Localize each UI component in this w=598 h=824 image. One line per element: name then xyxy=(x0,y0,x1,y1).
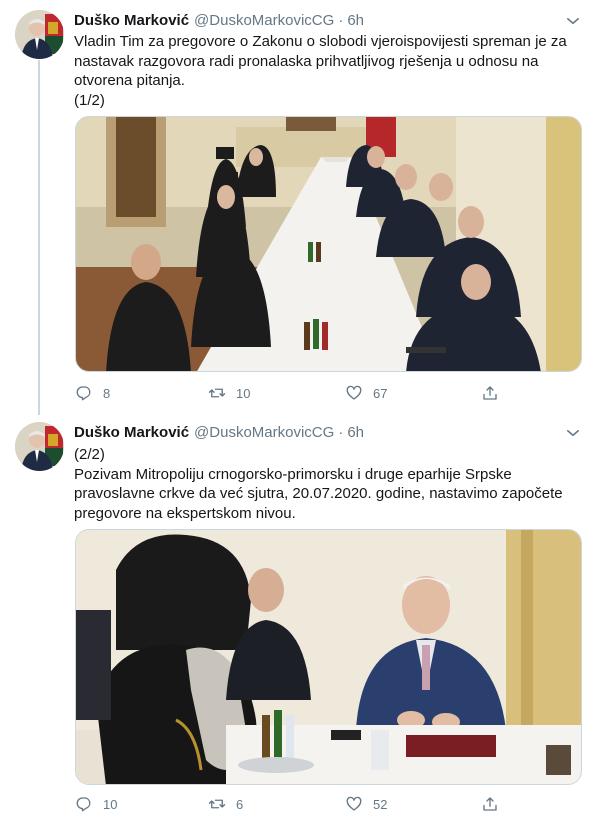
tweet-text-line: pregovore na ekspertskom nivou. xyxy=(74,504,296,522)
tweet-header: Duško Marković @DuskoMarkovicCG · 6h xyxy=(74,10,364,30)
reply-button[interactable]: 10 xyxy=(75,795,117,813)
share-icon xyxy=(483,797,497,811)
tweet-photo[interactable] xyxy=(75,116,582,372)
separator-dot: · xyxy=(338,11,344,29)
display-name[interactable]: Duško Marković xyxy=(74,424,189,441)
chevron-down-icon[interactable] xyxy=(564,12,582,30)
reply-button[interactable]: 8 xyxy=(75,384,110,402)
tweet-text-line: Pozivam Mitropoliju crnogorsko-primorsku… xyxy=(74,465,512,483)
tweet-text-line: pravoslavne crkve da već sjutra, 20.07.2… xyxy=(74,485,563,502)
tweet-text-line: otvorena pitanja. xyxy=(74,72,185,89)
like-count: 67 xyxy=(373,385,388,401)
timestamp[interactable]: 6h xyxy=(347,12,364,29)
like-button[interactable]: 52 xyxy=(345,795,387,813)
like-button[interactable]: 67 xyxy=(345,384,387,402)
timestamp[interactable]: 6h xyxy=(347,424,364,441)
retweet-button[interactable]: 6 xyxy=(208,795,243,813)
tweet-text: (2/2) Pozivam Mitropoliju crnogorsko-pri… xyxy=(74,445,574,523)
avatar[interactable] xyxy=(15,422,64,471)
tweet-header: Duško Marković @DuskoMarkovicCG · 6h xyxy=(74,422,364,442)
like-icon xyxy=(346,385,362,400)
tweet-text-line: (1/2) xyxy=(74,91,105,109)
chevron-down-icon[interactable] xyxy=(564,424,582,442)
retweet-count: 6 xyxy=(236,796,244,812)
user-handle[interactable]: @DuskoMarkovicCG xyxy=(194,12,334,29)
avatar[interactable] xyxy=(15,10,64,59)
reply-icon xyxy=(76,386,91,401)
thread-connector-line xyxy=(38,60,40,415)
tweet-actions: 10 6 52 xyxy=(75,794,505,814)
tweet[interactable]: Duško Marković @DuskoMarkovicCG · 6h Vla… xyxy=(0,0,598,415)
tweet[interactable]: Duško Marković @DuskoMarkovicCG · 6h (2/… xyxy=(0,412,598,824)
retweet-count: 10 xyxy=(236,385,251,401)
retweet-icon xyxy=(208,388,226,398)
display-name[interactable]: Duško Marković xyxy=(74,12,189,29)
reply-count: 10 xyxy=(103,796,118,812)
share-button[interactable] xyxy=(481,384,499,402)
reply-icon xyxy=(76,797,91,812)
tweet-text-line: (2/2) xyxy=(74,446,105,463)
tweet-text-line: Vladin Tim za pregovore o Zakonu o slobo… xyxy=(74,33,567,50)
tweet-photo[interactable] xyxy=(75,529,582,785)
tweet-text-line: nastavak razgovora radi pronalaska prihv… xyxy=(74,52,539,70)
like-count: 52 xyxy=(373,796,388,812)
tweet-actions: 8 10 67 xyxy=(75,383,505,403)
retweet-icon xyxy=(208,799,226,809)
reply-count: 8 xyxy=(103,385,111,401)
tweet-text: Vladin Tim za pregovore o Zakonu o slobo… xyxy=(74,32,574,110)
retweet-button[interactable]: 10 xyxy=(208,384,250,402)
user-handle[interactable]: @DuskoMarkovicCG xyxy=(194,424,334,441)
share-icon xyxy=(483,386,497,400)
like-icon xyxy=(346,796,362,811)
share-button[interactable] xyxy=(481,795,499,813)
separator-dot: · xyxy=(338,423,344,441)
